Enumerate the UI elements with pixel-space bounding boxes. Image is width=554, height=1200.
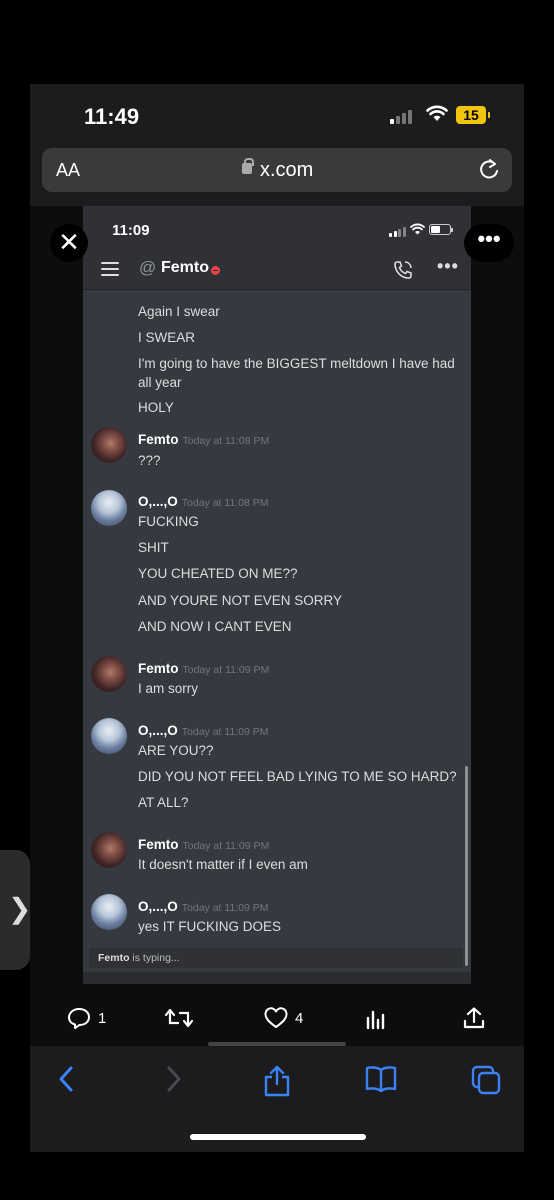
reply-count: 1	[98, 1009, 107, 1027]
more-icon[interactable]: •••	[464, 224, 514, 262]
close-icon[interactable]: ✕	[50, 224, 88, 262]
reader-aa-button[interactable]: AA	[56, 160, 80, 181]
message-input-bar	[83, 972, 471, 984]
discord-status-time: 11:09	[112, 222, 150, 239]
message-timestamp: Today at 11:08 PM	[182, 435, 270, 447]
reload-icon[interactable]	[478, 158, 500, 182]
analytics-icon	[366, 1010, 385, 1030]
reply-icon	[68, 1008, 90, 1029]
like-button[interactable]: 4	[263, 1006, 303, 1030]
discord-battery-icon	[429, 224, 453, 235]
outer-status-bar: 11:49 15	[30, 84, 524, 144]
reply-button[interactable]: 1	[66, 1006, 106, 1030]
share-icon	[463, 1007, 485, 1029]
status-time: 11:49	[84, 104, 140, 129]
avatar[interactable]	[91, 894, 127, 930]
phone-screen: 11:49 15 AA x.com 11:09 @ Femto ••• Agai…	[0, 84, 524, 1152]
message-line: ARE YOU??	[138, 743, 214, 758]
discord-signal-icon	[389, 227, 406, 237]
retweet-icon	[164, 1008, 194, 1028]
message-author[interactable]: O,...,O Today at 11:09 PM	[138, 723, 269, 738]
message-author[interactable]: Femto Today at 11:08 PM	[138, 432, 269, 447]
message-author[interactable]: O,...,O Today at 11:08 PM	[138, 494, 269, 509]
address-bar-area: AA x.com	[30, 144, 524, 206]
retweet-button[interactable]	[164, 1006, 194, 1030]
call-icon[interactable]	[393, 260, 413, 280]
dnd-status-icon	[211, 266, 220, 275]
wifi-icon	[426, 105, 448, 121]
safari-share-icon[interactable]	[262, 1064, 292, 1098]
bookmarks-icon[interactable]	[364, 1064, 398, 1094]
message-line: Again I swear	[138, 304, 220, 319]
home-indicator	[190, 1134, 366, 1140]
message-timestamp: Today at 11:09 PM	[182, 664, 270, 676]
message-line: I SWEAR	[138, 330, 196, 345]
discord-status-bar: 11:09	[83, 206, 471, 250]
back-icon[interactable]	[56, 1064, 76, 1094]
message-line: I'm going to have the BIGGEST meltdown I…	[138, 356, 455, 390]
avatar[interactable]	[91, 832, 127, 868]
message-line: AND YOURE NOT EVEN SORRY	[138, 593, 343, 608]
dm-header: @ Femto •••	[83, 250, 471, 290]
message-author[interactable]: Femto Today at 11:09 PM	[138, 661, 269, 676]
scrollbar[interactable]	[465, 766, 468, 966]
message-line: SHIT	[138, 540, 169, 555]
discord-wifi-icon	[410, 223, 425, 235]
message-line: DID YOU NOT FEEL BAD LYING TO ME SO HARD…	[138, 769, 457, 784]
share-button[interactable]	[462, 1006, 486, 1030]
battery-icon: 15	[456, 106, 490, 124]
message-line: AND NOW I CANT EVEN	[138, 619, 292, 634]
lock-icon	[242, 158, 254, 174]
message-line: AT ALL?	[138, 795, 189, 810]
discord-screenshot: 11:09 @ Femto ••• Again I swear I SWEAR …	[83, 206, 471, 984]
message-author[interactable]: Femto Today at 11:09 PM	[138, 837, 269, 852]
analytics-button[interactable]	[364, 1006, 388, 1030]
message-timestamp: Today at 11:09 PM	[181, 726, 269, 738]
typing-indicator: Femto is typing...	[89, 948, 463, 968]
forward-icon[interactable]	[164, 1064, 184, 1094]
tabs-icon[interactable]	[470, 1064, 502, 1096]
avatar[interactable]	[91, 490, 127, 526]
message-timestamp: Today at 11:08 PM	[181, 497, 269, 509]
side-expand-tab[interactable]: ❯	[0, 850, 32, 970]
message-timestamp: Today at 11:09 PM	[181, 902, 269, 914]
tweet-action-bar: 1 4	[30, 1006, 524, 1046]
message-line: YOU CHEATED ON ME??	[138, 566, 298, 581]
message-author[interactable]: O,...,O Today at 11:09 PM	[138, 899, 269, 914]
chevron-right-icon: ❯	[8, 893, 32, 924]
like-count: 4	[295, 1009, 304, 1027]
at-icon: @	[139, 258, 157, 277]
message-timestamp: Today at 11:09 PM	[182, 840, 270, 852]
url-text[interactable]: x.com	[260, 159, 313, 182]
media-viewer: 11:09 @ Femto ••• Again I swear I SWEAR …	[0, 206, 524, 1046]
safari-toolbar	[30, 1046, 524, 1152]
message-line: It doesn't matter if I even am	[138, 857, 308, 872]
message-line: ???	[138, 453, 161, 468]
message-line: FUCKING	[138, 514, 199, 529]
menu-icon[interactable]	[101, 262, 119, 276]
avatar[interactable]	[91, 718, 127, 754]
like-icon	[264, 1007, 288, 1028]
avatar[interactable]	[91, 427, 127, 463]
more-options-icon[interactable]: •••	[437, 256, 459, 277]
message-line: HOLY	[138, 400, 174, 415]
message-line: yes IT FUCKING DOES	[138, 919, 282, 934]
avatar[interactable]	[91, 656, 127, 692]
dm-channel-name: Femto	[161, 259, 209, 276]
cell-signal-icon	[390, 110, 412, 124]
address-bar[interactable]: AA x.com	[42, 148, 512, 192]
message-line: I am sorry	[138, 681, 199, 696]
